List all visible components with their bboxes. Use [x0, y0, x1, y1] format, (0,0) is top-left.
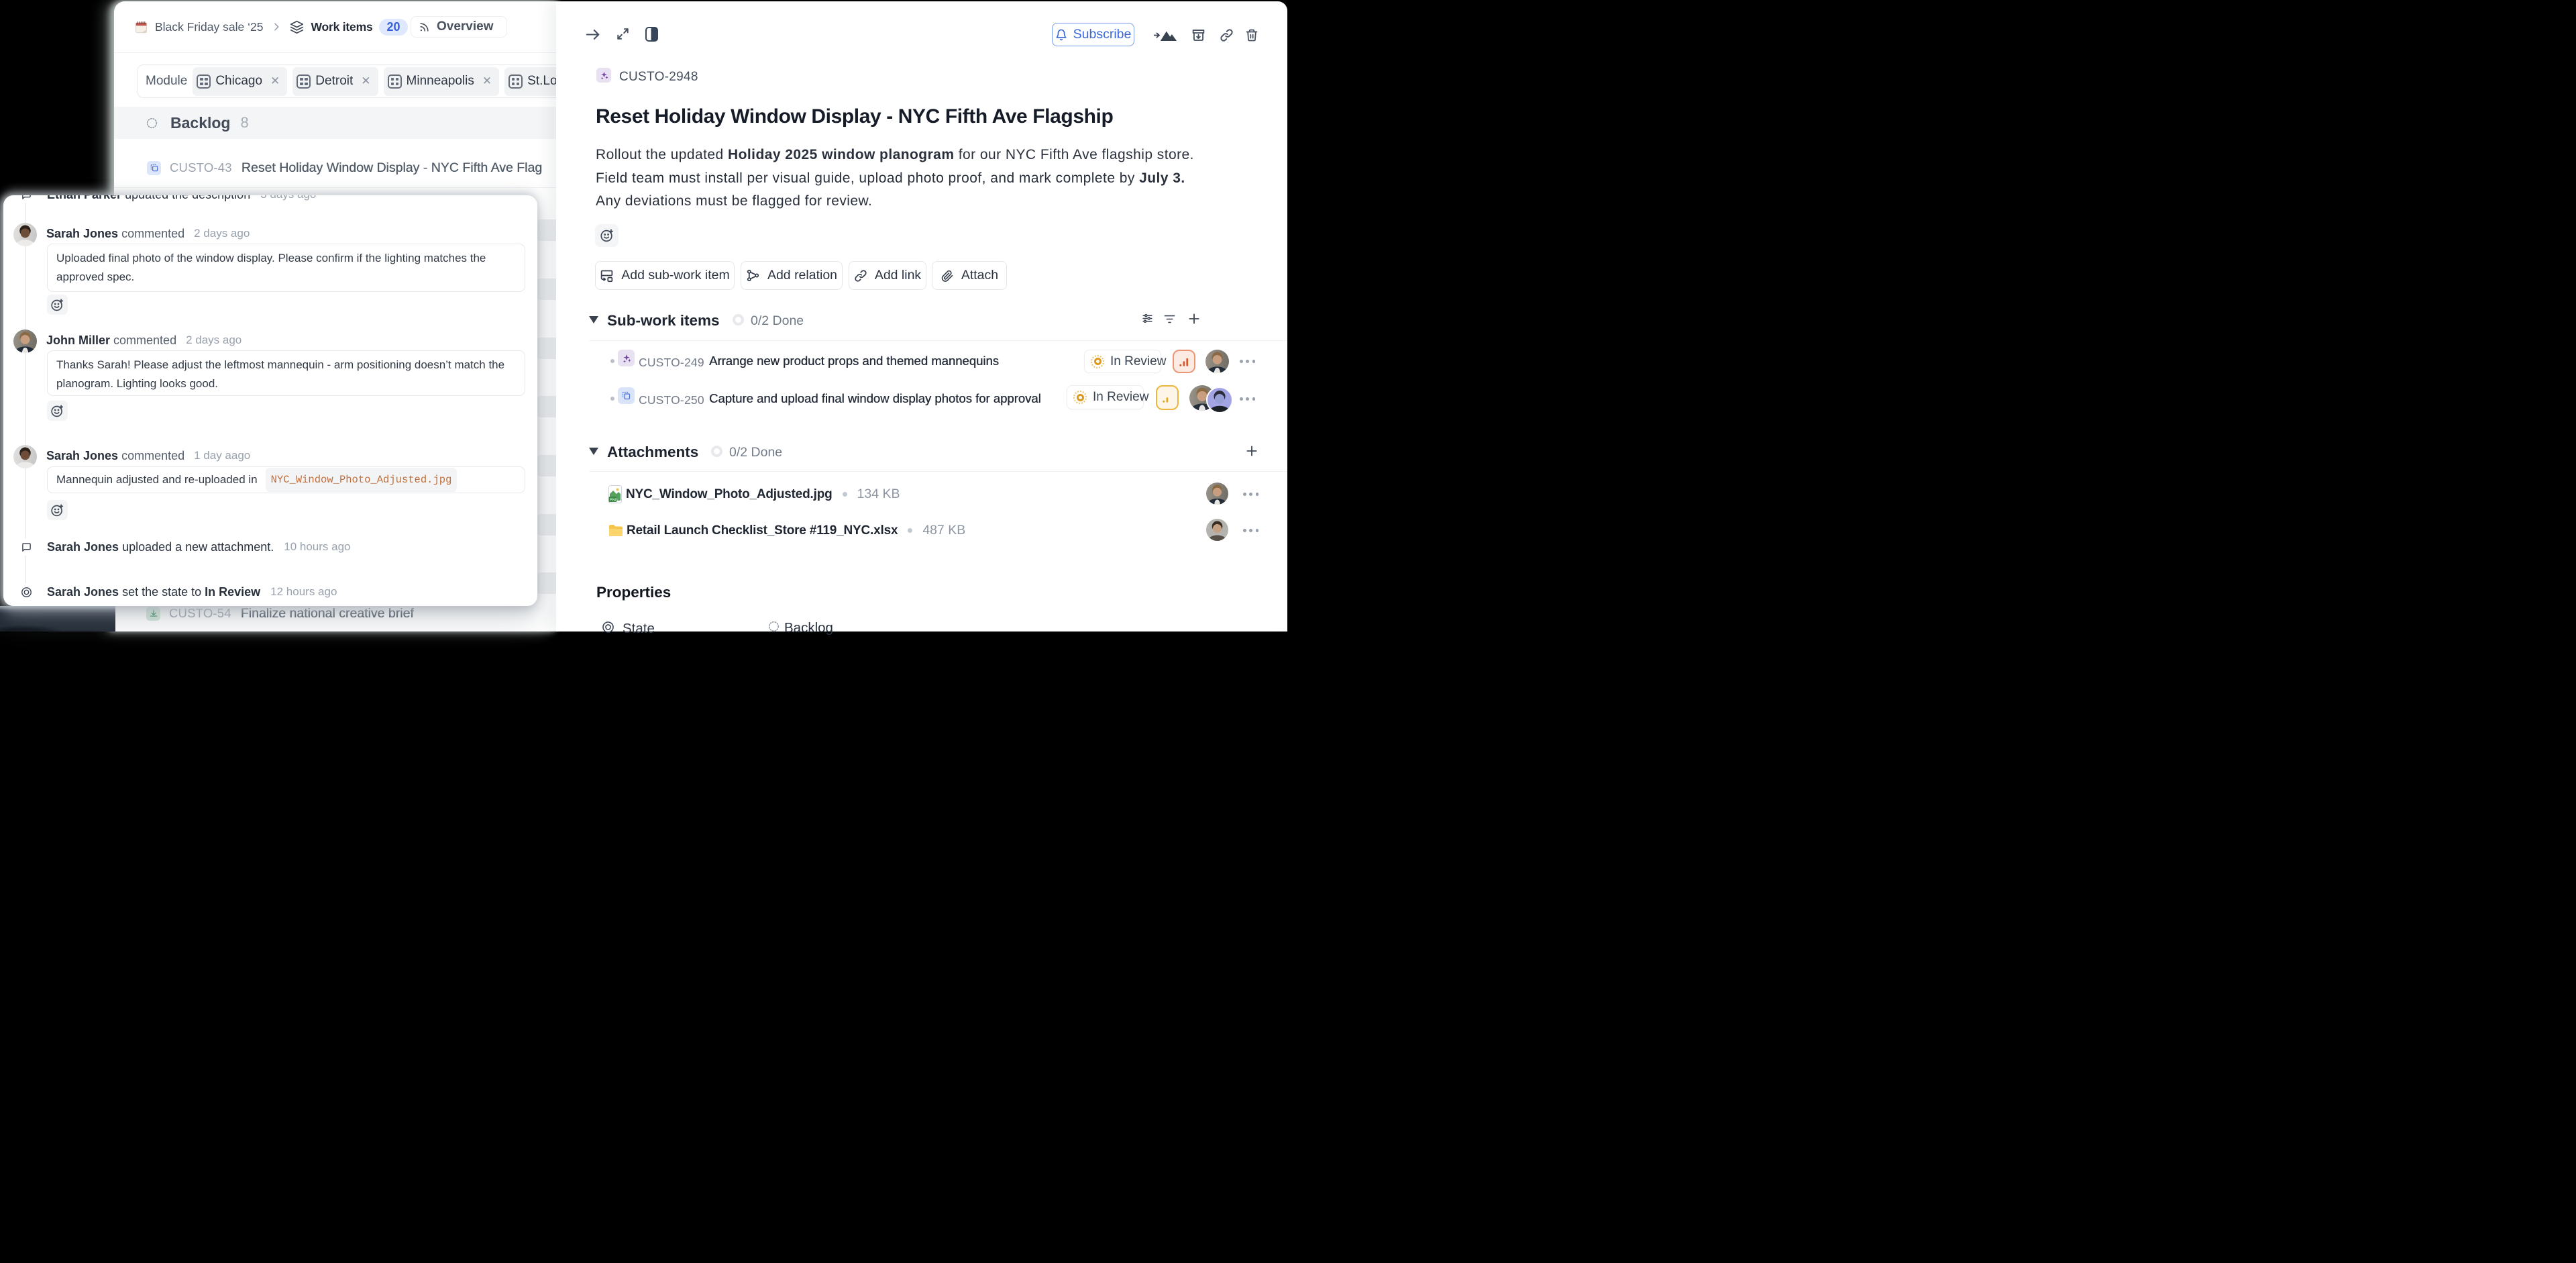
svg-text:PNG: PNG — [610, 499, 618, 503]
